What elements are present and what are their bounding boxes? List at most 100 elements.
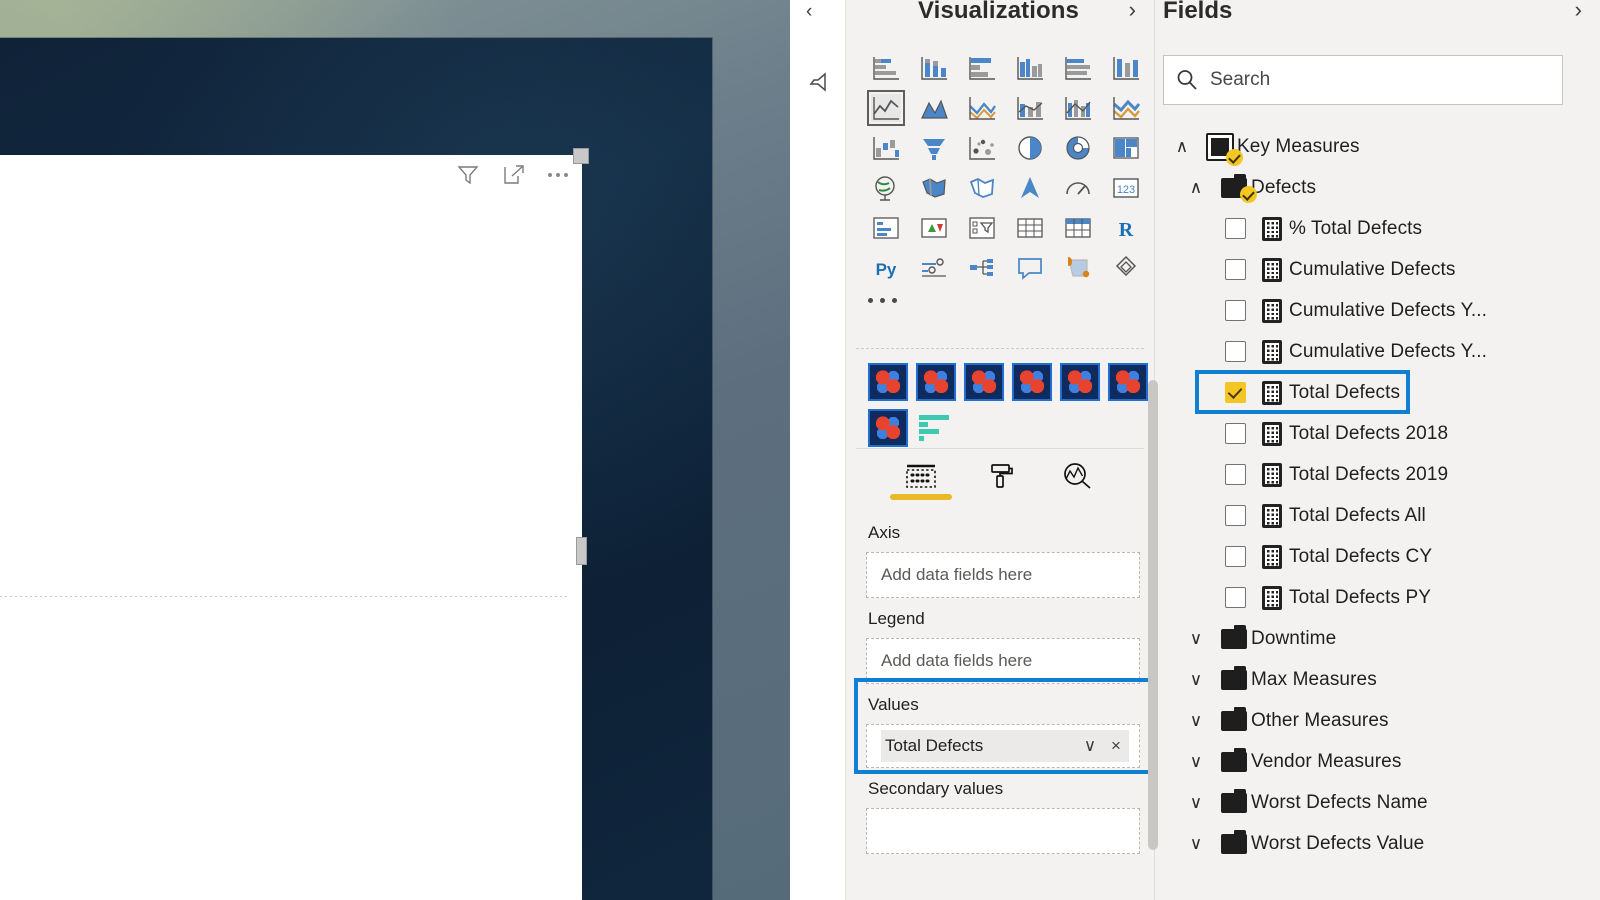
visual-type-donut-chart[interactable] <box>1054 128 1102 168</box>
focus-mode-icon[interactable] <box>502 163 526 187</box>
chevron-up-icon[interactable]: ∧ <box>1161 137 1203 157</box>
visual-type-r-script-visual[interactable]: R <box>1102 208 1150 248</box>
remove-field-icon[interactable]: × <box>1103 736 1129 756</box>
report-canvas-visual[interactable] <box>0 148 589 900</box>
visual-type-table-visual[interactable] <box>1006 208 1054 248</box>
visual-type-treemap-chart[interactable] <box>1102 128 1150 168</box>
field-item[interactable]: Cumulative Defects Y... <box>1155 331 1600 372</box>
custom-visual-item[interactable] <box>1104 362 1152 402</box>
field-folder[interactable]: ∨ Max Measures <box>1155 659 1600 700</box>
fields-tab[interactable] <box>886 456 956 508</box>
chevron-down-icon[interactable]: ∨ <box>1175 629 1217 649</box>
chevron-right-icon[interactable]: › <box>1129 0 1136 23</box>
filters-pane-collapsed[interactable]: ‹ Filters <box>790 0 879 900</box>
visual-type-map-chart[interactable] <box>862 168 910 208</box>
visual-type-paginated-report-visual[interactable] <box>1102 248 1150 288</box>
chevron-down-icon[interactable]: ∨ <box>1077 736 1103 756</box>
custom-visual-item[interactable] <box>912 408 960 448</box>
visual-type-kpi-visual[interactable] <box>910 208 958 248</box>
chevron-up-icon[interactable]: ∧ <box>1175 178 1217 198</box>
visual-type-filled-map-chart[interactable] <box>910 168 958 208</box>
visual-type-python-script-visual[interactable]: Py <box>862 248 910 288</box>
visual-type-line-chart[interactable] <box>862 88 910 128</box>
field-item[interactable]: Total Defects CY <box>1155 536 1600 577</box>
visual-type-card-visual[interactable]: 123 <box>1102 168 1150 208</box>
more-visuals-icon[interactable] <box>868 298 897 303</box>
well-dropzone[interactable]: Add data fields here <box>866 552 1140 598</box>
custom-visual-item[interactable] <box>1008 362 1056 402</box>
custom-visual-item[interactable] <box>864 362 912 402</box>
visual-type-pie-chart[interactable] <box>1006 128 1054 168</box>
field-item[interactable]: Cumulative Defects <box>1155 249 1600 290</box>
field-checkbox[interactable] <box>1215 587 1255 608</box>
visual-type-stacked-area-chart[interactable] <box>958 88 1006 128</box>
visual-type-slicer-visual[interactable] <box>958 208 1006 248</box>
visual-type-multi-row-card-visual[interactable] <box>862 208 910 248</box>
visual-type-gauge-chart[interactable] <box>1054 168 1102 208</box>
field-checkbox[interactable] <box>1215 505 1255 526</box>
well-dropzone[interactable]: Add data fields here <box>866 638 1140 684</box>
visual-type-clustered-bar-chart[interactable] <box>958 48 1006 88</box>
visual-resize-handle-middle-right[interactable] <box>576 537 587 565</box>
chevron-down-icon[interactable]: ∨ <box>1175 793 1217 813</box>
custom-visual-item[interactable] <box>864 408 912 448</box>
visual-type-shape-map-chart[interactable] <box>958 168 1006 208</box>
visual-type-100-percent-stacked-bar-chart[interactable] <box>1054 48 1102 88</box>
field-folder[interactable]: ∨ Worst Defects Value <box>1155 823 1600 864</box>
chevron-down-icon[interactable]: ∨ <box>1175 670 1217 690</box>
visual-type-qna-visual[interactable] <box>1006 248 1054 288</box>
fields-pane-scrollbar[interactable] <box>1148 380 1158 850</box>
visual-type-line-and-clustered-column-chart[interactable] <box>1054 88 1102 128</box>
field-checkbox[interactable] <box>1215 546 1255 567</box>
custom-visual-item[interactable] <box>960 362 1008 402</box>
visual-type-decomposition-tree-visual[interactable] <box>958 248 1006 288</box>
more-options-icon[interactable] <box>548 163 568 187</box>
field-folder[interactable]: ∨ Worst Defects Name <box>1155 782 1600 823</box>
field-folder[interactable]: ∨ Other Measures <box>1155 700 1600 741</box>
visual-type-stacked-bar-chart[interactable] <box>862 48 910 88</box>
visual-type-matrix-visual[interactable] <box>1054 208 1102 248</box>
custom-visuals-gallery[interactable] <box>864 362 1154 454</box>
field-folder[interactable]: ∨ Vendor Measures <box>1155 741 1600 782</box>
visual-type-smart-narrative-visual[interactable] <box>1054 248 1102 288</box>
field-folder[interactable]: ∧ Key Measures <box>1155 126 1600 167</box>
visual-type-stacked-column-chart[interactable] <box>910 48 958 88</box>
field-item[interactable]: % Total Defects <box>1155 208 1600 249</box>
field-item[interactable]: Total Defects PY <box>1155 577 1600 618</box>
fields-tree[interactable]: ∧ Key Measures ∧ Defects % Total Defects Cumu… <box>1155 126 1600 864</box>
field-checkbox[interactable] <box>1215 423 1255 444</box>
chevron-right-icon[interactable]: › <box>1575 0 1582 23</box>
field-checkbox[interactable] <box>1215 218 1255 239</box>
visual-type-100-percent-stacked-column-chart[interactable] <box>1102 48 1150 88</box>
field-checkbox[interactable] <box>1215 464 1255 485</box>
field-item[interactable]: Total Defects All <box>1155 495 1600 536</box>
field-folder[interactable]: ∨ Downtime <box>1155 618 1600 659</box>
chevron-left-icon[interactable]: ‹ <box>806 2 812 21</box>
visual-resize-handle-top-right[interactable] <box>573 148 589 164</box>
visual-type-scatter-chart[interactable] <box>958 128 1006 168</box>
visual-type-line-and-stacked-column-chart[interactable] <box>1006 88 1054 128</box>
analytics-tab[interactable] <box>1042 456 1112 508</box>
custom-visual-item[interactable] <box>1056 362 1104 402</box>
filter-icon[interactable] <box>456 163 480 187</box>
field-checkbox[interactable] <box>1215 300 1255 321</box>
well-field-chip[interactable]: Total Defects ∨ × <box>866 724 1140 768</box>
visual-type-arcgis-map-chart[interactable] <box>1006 168 1054 208</box>
format-tab[interactable] <box>966 456 1036 508</box>
visual-type-waterfall-chart[interactable] <box>862 128 910 168</box>
field-checkbox[interactable] <box>1215 382 1255 403</box>
visual-type-ribbon-chart[interactable] <box>1102 88 1150 128</box>
chip-body[interactable]: Total Defects ∨ × <box>881 730 1129 762</box>
field-item[interactable]: Cumulative Defects Y... <box>1155 290 1600 331</box>
visualization-type-gallery[interactable]: 123 R Py <box>862 48 1142 288</box>
visual-type-key-influencers-visual[interactable] <box>910 248 958 288</box>
field-item[interactable]: Total Defects 2018 <box>1155 413 1600 454</box>
search-input[interactable]: Search <box>1163 55 1563 105</box>
chevron-down-icon[interactable]: ∨ <box>1175 834 1217 854</box>
visual-type-funnel-chart[interactable] <box>910 128 958 168</box>
field-folder[interactable]: ∧ Defects <box>1155 167 1600 208</box>
field-checkbox[interactable] <box>1215 341 1255 362</box>
chevron-down-icon[interactable]: ∨ <box>1175 711 1217 731</box>
field-item[interactable]: Total Defects <box>1155 372 1600 413</box>
field-item[interactable]: Total Defects 2019 <box>1155 454 1600 495</box>
